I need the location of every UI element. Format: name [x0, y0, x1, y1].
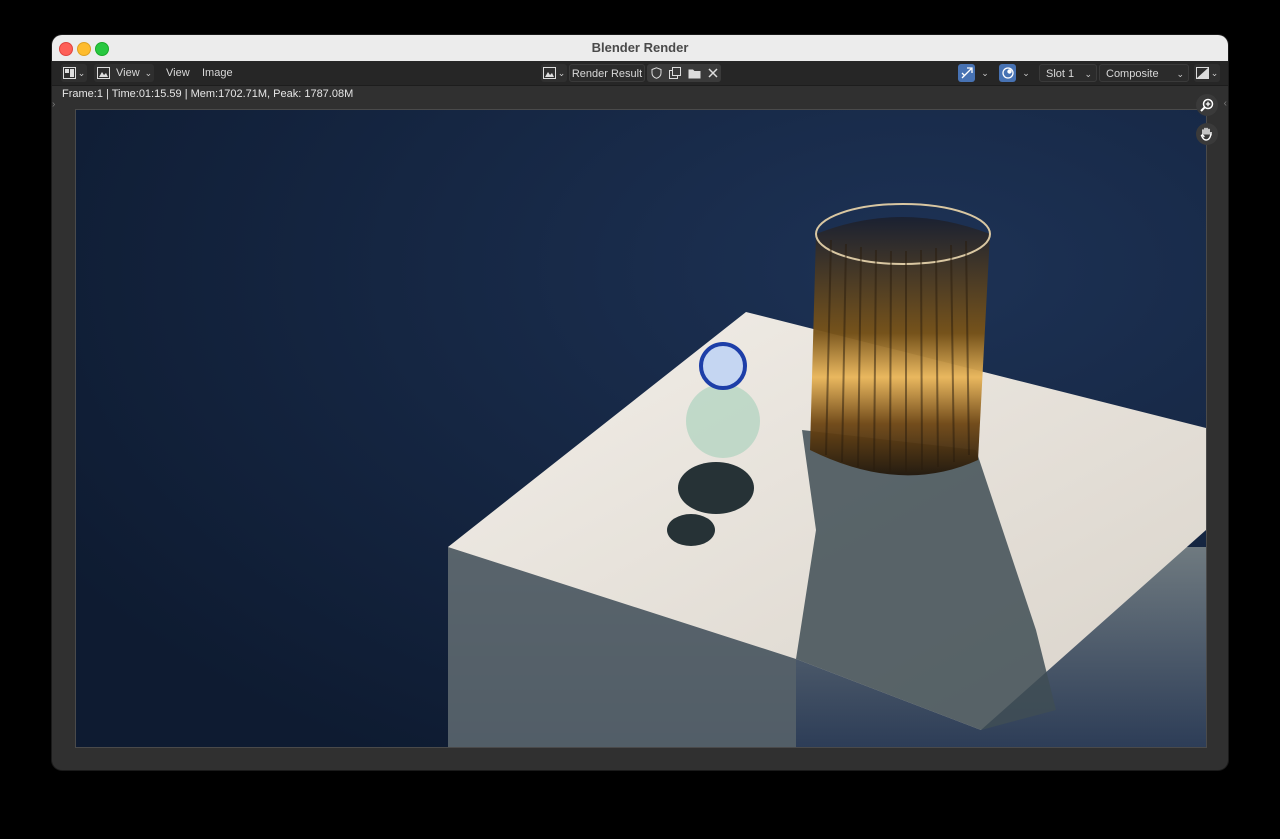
image-editor-icon [62, 67, 76, 79]
folder-icon[interactable] [688, 68, 701, 79]
window-title: Blender Render [591, 40, 689, 55]
render-image [76, 110, 1206, 747]
gizmo-toggle-button[interactable] [958, 64, 975, 82]
pan-button[interactable] [1196, 123, 1218, 145]
hand-icon [1200, 127, 1212, 141]
editor-type-selector[interactable]: ⌄ [61, 64, 87, 82]
blender-window: Blender Render ⌄ View ⌄ View Image ⌄ Ren… [52, 35, 1228, 770]
gizmo-options-dropdown[interactable]: ⌄ [978, 64, 990, 82]
overlay-toggle-button[interactable] [999, 64, 1016, 82]
chevron-down-icon: ⌄ [1176, 69, 1184, 79]
zoom-button[interactable] [1196, 94, 1218, 116]
overlay-options-dropdown[interactable]: ⌄ [1019, 64, 1031, 82]
gizmo-icon [961, 67, 973, 79]
menu-view[interactable]: View [166, 64, 190, 82]
render-status-text: Frame:1 | Time:01:15.59 | Mem:1702.71M, … [62, 88, 354, 100]
chevron-down-icon: ⌄ [1210, 68, 1219, 78]
shield-icon[interactable] [651, 67, 662, 79]
image-editor-header: ⌄ View ⌄ View Image ⌄ Render Result ⌄ ⌄ … [52, 61, 1228, 86]
chevron-down-icon: ⌄ [1084, 69, 1092, 79]
view-mode-dropdown[interactable]: View ⌄ [94, 64, 154, 82]
render-result-image[interactable] [75, 109, 1207, 748]
sidebar-expand-arrow[interactable]: ‹ [1224, 98, 1227, 109]
zoom-in-icon [1200, 98, 1214, 112]
image-name-field[interactable]: Render Result [569, 64, 645, 82]
render-layer-dropdown[interactable]: Composite ⌄ [1099, 64, 1189, 82]
chevron-down-icon: ⌄ [981, 68, 989, 78]
display-channels-dropdown[interactable]: ⌄ [1194, 64, 1220, 82]
menu-image[interactable]: Image [202, 64, 233, 82]
close-icon[interactable] [707, 68, 718, 78]
image-actions-group [647, 64, 721, 82]
toolbar-expand-arrow[interactable]: › [52, 99, 55, 110]
view-mode-label: View [116, 67, 140, 79]
chevron-down-icon: ⌄ [1022, 68, 1030, 78]
render-slot-label: Slot 1 [1046, 68, 1075, 80]
image-browse-icon [542, 67, 556, 79]
chevron-down-icon: ⌄ [144, 68, 153, 78]
chevron-down-icon: ⌄ [557, 68, 566, 78]
title-bar: Blender Render [52, 35, 1228, 62]
channels-icon [1195, 67, 1209, 79]
duplicate-icon[interactable] [668, 67, 681, 79]
image-browse-button[interactable]: ⌄ [541, 64, 567, 82]
overlay-icon [1001, 67, 1014, 79]
chevron-down-icon: ⌄ [77, 68, 86, 78]
view-mode-icon [97, 67, 110, 79]
render-layer-label: Composite [1106, 68, 1159, 80]
render-slot-dropdown[interactable]: Slot 1 ⌄ [1039, 64, 1097, 82]
